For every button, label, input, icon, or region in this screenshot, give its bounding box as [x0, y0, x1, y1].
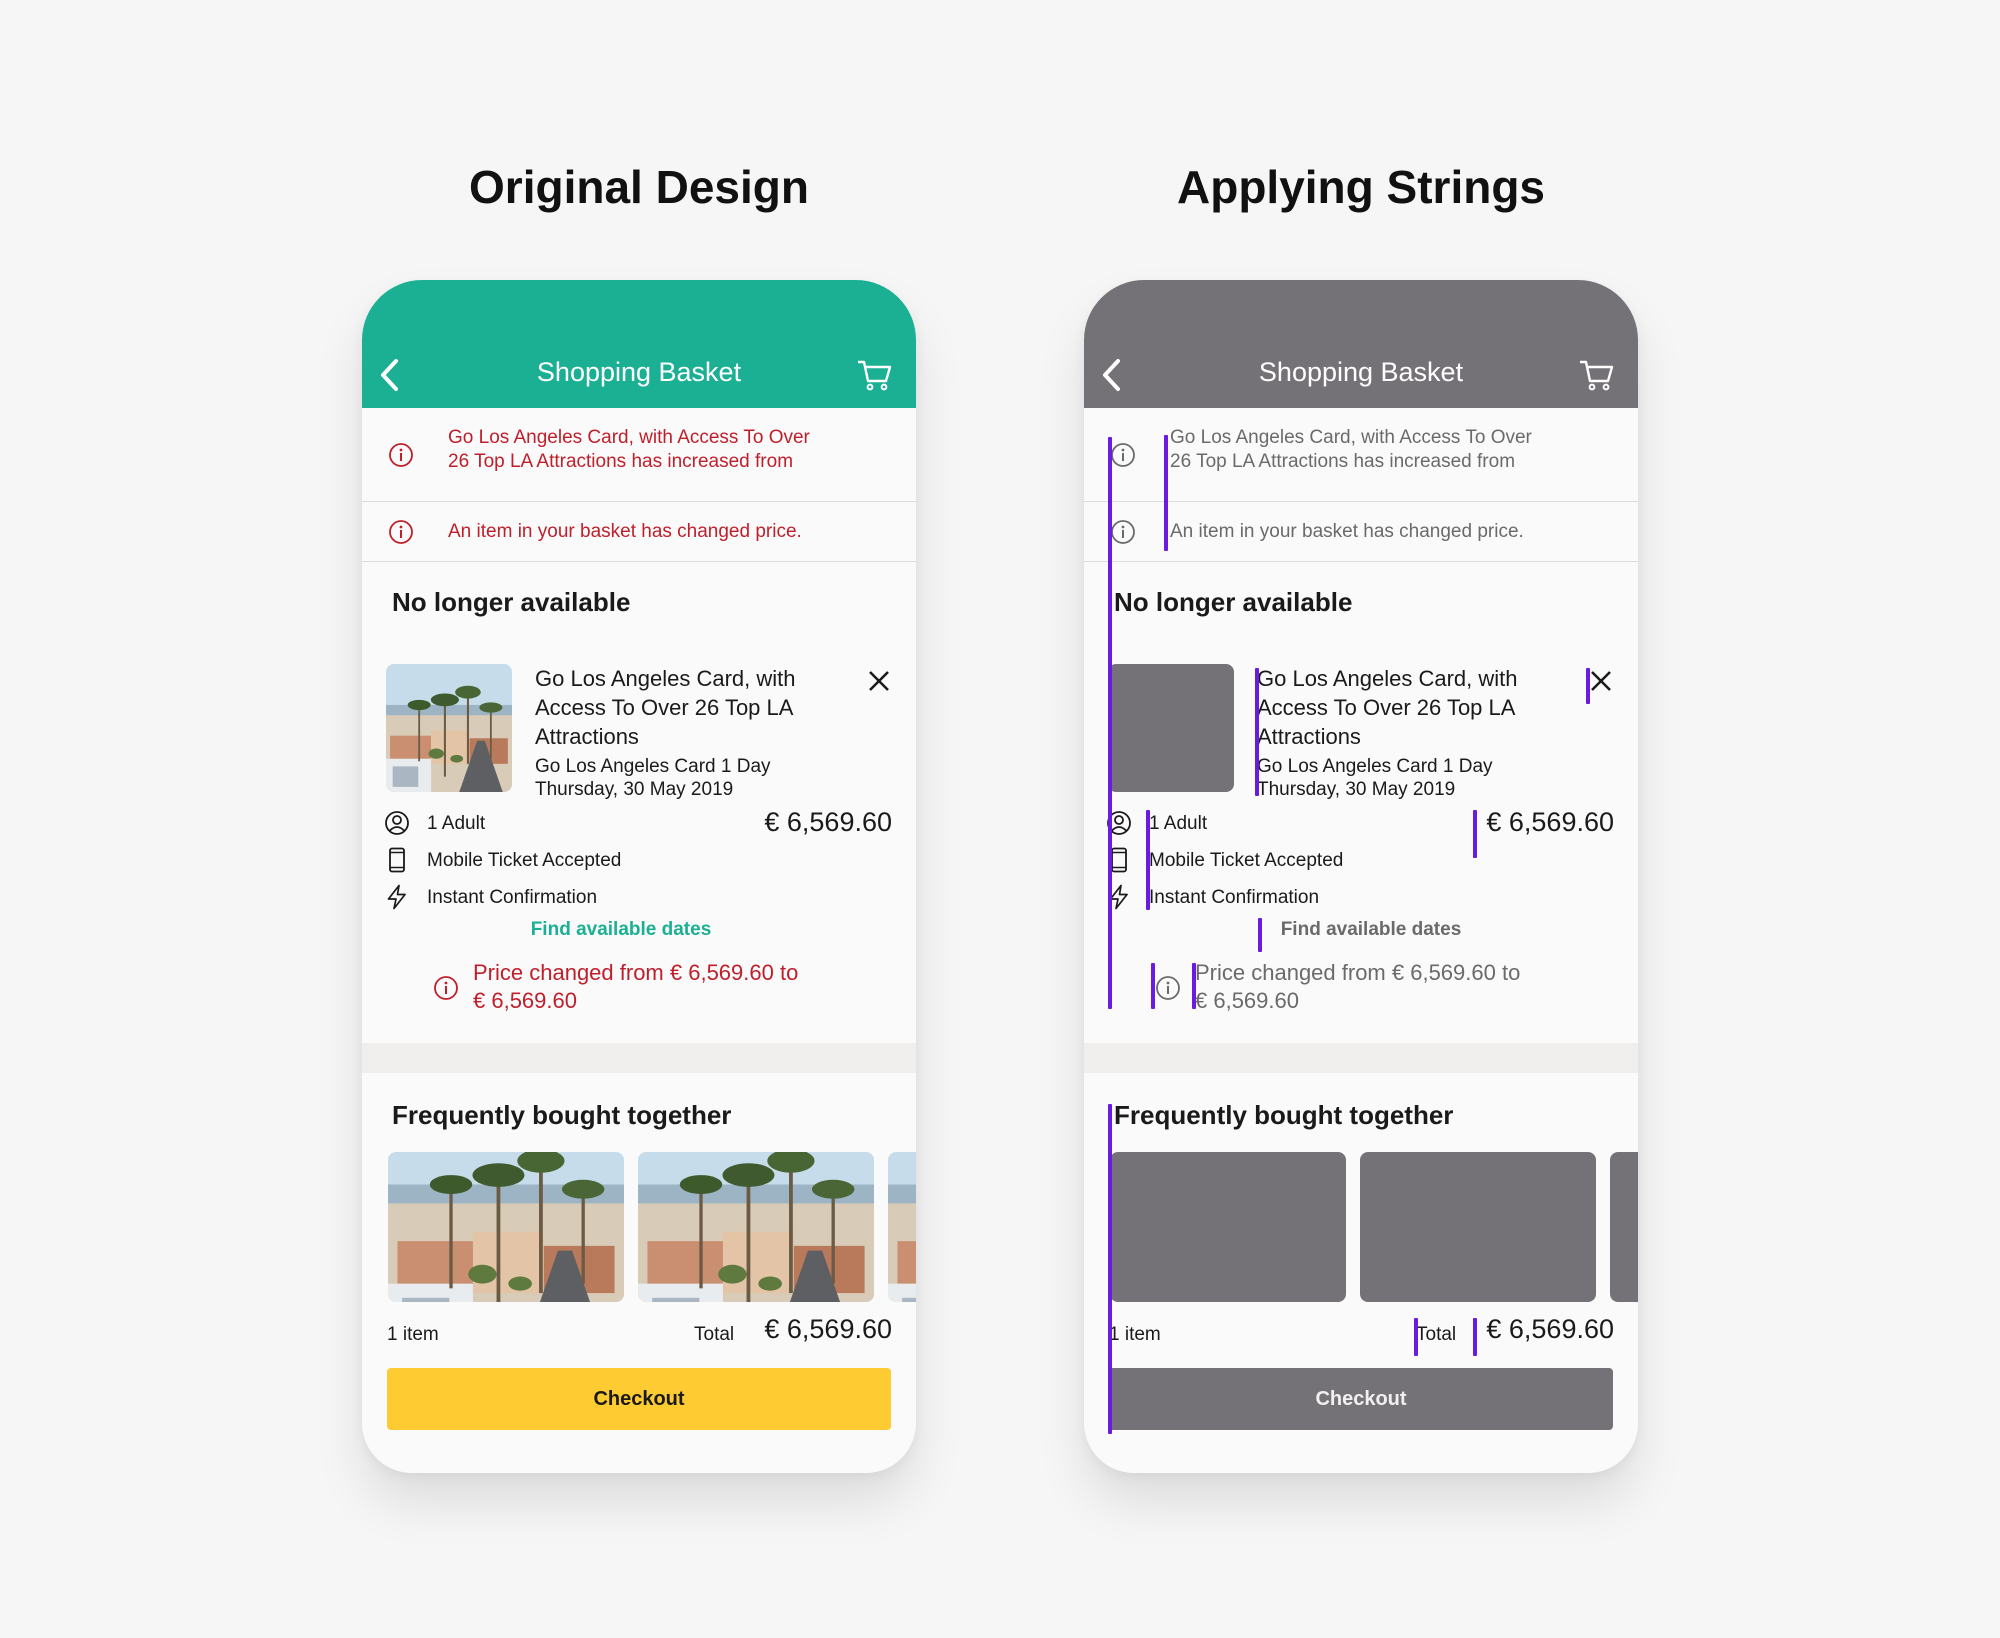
- feature-mobile-ticket: Mobile Ticket Accepted: [1149, 850, 1344, 871]
- price-changed-line: Price changed from € 6,569.60 to: [1195, 960, 1521, 985]
- alert-text: Go Los Angeles Card, with Access To Over…: [448, 426, 810, 474]
- recommendation-card-placeholder[interactable]: [1360, 1152, 1596, 1302]
- alert-text-line: 26 Top LA Attractions has increased from: [448, 451, 794, 472]
- string-marker-bottom-column: [1108, 1104, 1112, 1434]
- alert-text-line: 26 Top LA Attractions has increased from: [1170, 451, 1516, 472]
- total-label: Total: [694, 1324, 735, 1345]
- product-price: € 6,569.60: [1486, 807, 1614, 837]
- feature-adults: 1 Adult: [427, 813, 486, 834]
- checkout-button[interactable]: Checkout: [1109, 1368, 1613, 1430]
- phone-applying-strings: Shopping Basket Go Los Angeles Card, wit…: [1084, 280, 1638, 1473]
- product-thumbnail-placeholder[interactable]: [1108, 664, 1234, 792]
- price-changed-line: € 6,569.60: [1195, 988, 1299, 1013]
- product-date: Thursday, 30 May 2019: [535, 779, 734, 800]
- info-icon: [1110, 519, 1136, 545]
- person-icon: [384, 810, 410, 836]
- string-marker-total-label: [1414, 1318, 1418, 1356]
- recommendation-card[interactable]: [638, 1152, 874, 1302]
- section-divider: [1084, 1043, 1638, 1073]
- section-title-original-design: Original Design: [469, 161, 809, 213]
- total-price: € 6,569.60: [764, 1314, 892, 1344]
- product-title[interactable]: Go Los Angeles Card, with Access To Over…: [535, 664, 835, 751]
- recommendation-card-placeholder[interactable]: [1110, 1152, 1346, 1302]
- product-variant: Go Los Angeles Card 1 Day: [1257, 756, 1493, 777]
- frequently-bought-heading: Frequently bought together: [392, 1100, 732, 1130]
- alert-price-changed: An item in your basket has changed price…: [362, 502, 916, 562]
- alert-text-line: Go Los Angeles Card, with Access To Over: [1170, 427, 1532, 448]
- info-icon: [388, 442, 414, 468]
- string-marker-product-text: [1255, 668, 1259, 796]
- find-available-dates-link[interactable]: Find available dates: [362, 919, 898, 941]
- info-icon: [1110, 442, 1136, 468]
- no-longer-available-heading: No longer available: [1114, 587, 1353, 617]
- item-count: 1 item: [1109, 1324, 1161, 1345]
- product-thumbnail[interactable]: [386, 664, 512, 792]
- item-count: 1 item: [387, 1324, 439, 1345]
- price-changed-text: Price changed from € 6,569.60 to € 6,569…: [1195, 959, 1520, 1015]
- feature-instant-confirmation: Instant Confirmation: [1149, 887, 1320, 908]
- header-title: Shopping Basket: [536, 357, 742, 387]
- recommendation-card-placeholder[interactable]: [1610, 1152, 1638, 1302]
- product-price: € 6,569.60: [764, 807, 892, 837]
- product-date: Thursday, 30 May 2019: [1257, 779, 1456, 800]
- app-header: Shopping Basket: [362, 280, 916, 408]
- alert-text-line: Go Los Angeles Card, with Access To Over: [448, 427, 810, 448]
- header-title: Shopping Basket: [1258, 357, 1464, 387]
- info-icon: [1155, 975, 1181, 1001]
- string-marker-main-column: [1108, 437, 1112, 1009]
- checkout-button[interactable]: Checkout: [387, 1368, 891, 1430]
- close-icon[interactable]: [867, 669, 891, 693]
- alert-price-increase: Go Los Angeles Card, with Access To Over…: [362, 408, 916, 502]
- alert-text: Go Los Angeles Card, with Access To Over…: [1170, 426, 1532, 474]
- product-variant: Go Los Angeles Card 1 Day: [535, 756, 771, 777]
- total-price: € 6,569.60: [1486, 1314, 1614, 1344]
- product-title[interactable]: Go Los Angeles Card, with Access To Over…: [1257, 664, 1557, 751]
- string-marker-price-change-text: [1192, 963, 1196, 1009]
- feature-adults: 1 Adult: [1149, 813, 1208, 834]
- frequently-bought-heading: Frequently bought together: [1114, 1100, 1454, 1130]
- string-marker-close: [1586, 668, 1590, 704]
- price-changed-text: Price changed from € 6,569.60 to € 6,569…: [473, 959, 798, 1015]
- mobile-phone-icon: [384, 847, 410, 873]
- string-marker-total-price: [1473, 1318, 1477, 1356]
- section-title-applying-strings: Applying Strings: [1177, 161, 1545, 213]
- info-icon: [388, 519, 414, 545]
- lightning-icon: [384, 884, 410, 910]
- section-divider: [362, 1043, 916, 1073]
- alert-text: An item in your basket has changed price…: [1170, 521, 1524, 542]
- phone-original-design: Shopping Basket Go Los Angeles Card, wit…: [362, 280, 916, 1473]
- alert-text: An item in your basket has changed price…: [448, 521, 802, 542]
- app-header: Shopping Basket: [1084, 280, 1638, 408]
- string-marker-find-dates: [1258, 918, 1262, 952]
- no-longer-available-heading: No longer available: [392, 587, 631, 617]
- feature-instant-confirmation: Instant Confirmation: [427, 887, 598, 908]
- string-marker-features: [1146, 810, 1150, 910]
- feature-mobile-ticket: Mobile Ticket Accepted: [427, 850, 622, 871]
- string-marker-price: [1473, 810, 1477, 858]
- info-icon: [433, 975, 459, 1001]
- string-marker-alert-text: [1164, 435, 1168, 551]
- string-marker-price-change-icon: [1151, 963, 1155, 1009]
- find-available-dates-link[interactable]: Find available dates: [1094, 919, 1638, 941]
- recommendation-card[interactable]: [888, 1152, 916, 1302]
- price-changed-line: € 6,569.60: [473, 988, 577, 1013]
- price-changed-line: Price changed from € 6,569.60 to: [473, 960, 799, 985]
- close-icon[interactable]: [1589, 669, 1613, 693]
- recommendation-card[interactable]: [388, 1152, 624, 1302]
- cart-icon[interactable]: [1578, 358, 1614, 392]
- total-label: Total: [1416, 1324, 1457, 1345]
- cart-icon[interactable]: [856, 358, 892, 392]
